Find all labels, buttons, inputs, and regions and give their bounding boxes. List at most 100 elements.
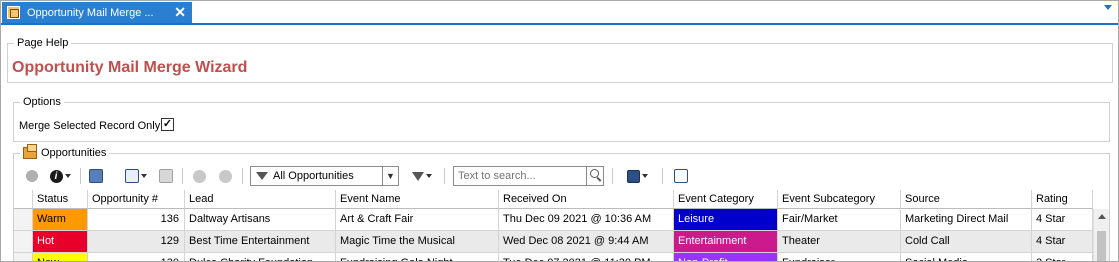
grid-vertical-scrollbar[interactable]	[1093, 209, 1109, 261]
received-on-cell[interactable]: Thu Dec 09 2021 @ 10:36 AM	[499, 209, 674, 231]
source-cell[interactable]: Social Media	[901, 253, 1032, 261]
event-subcategory-cell[interactable]: Fundraiser	[778, 253, 901, 261]
lead-cell[interactable]: Dulce Charity Foundation	[185, 253, 336, 261]
merge-selected-label: Merge Selected Record Only	[19, 120, 161, 132]
page-help-group: Page Help Opportunity Mail Merge Wizard	[7, 37, 1113, 83]
row-indicator[interactable]	[14, 231, 33, 253]
options-legend: Options	[20, 96, 64, 108]
row-indicator[interactable]	[14, 209, 33, 231]
mail-merge-icon	[7, 6, 20, 19]
opportunities-legend-label: Opportunities	[41, 147, 107, 159]
funnel-icon	[412, 171, 424, 181]
save-icon	[626, 169, 640, 183]
chevron-down-icon	[426, 174, 432, 178]
status-cell[interactable]: Warm	[33, 209, 88, 231]
scroll-up-icon[interactable]	[1098, 214, 1106, 219]
column-header-lead[interactable]: Lead	[185, 190, 336, 209]
source-cell[interactable]: Marketing Direct Mail	[901, 209, 1032, 231]
event-name-cell[interactable]: Magic Time the Musical	[336, 231, 499, 253]
tab-strip: Opportunity Mail Merge ... ✕	[1, 1, 1118, 25]
layout-button[interactable]	[121, 165, 151, 187]
tab-opportunity-mail-merge[interactable]: Opportunity Mail Merge ... ✕	[2, 2, 192, 23]
merge-selected-checkbox[interactable]: ✓	[161, 118, 174, 131]
lead-cell[interactable]: Best Time Entertainment	[185, 231, 336, 253]
filter-options-button[interactable]	[408, 165, 436, 187]
opportunity-filter-dropdown[interactable]: All Opportunities ▼	[250, 166, 399, 186]
export-button[interactable]	[156, 165, 176, 187]
info-icon: i	[49, 169, 63, 183]
chevron-down-icon	[64, 174, 71, 178]
preview-icon	[674, 169, 688, 183]
event-subcategory-cell[interactable]: Theater	[778, 231, 901, 253]
status-cell[interactable]: New	[33, 253, 88, 261]
scrollbar-thumb[interactable]	[1097, 231, 1106, 261]
column-header-received-on[interactable]: Received On	[499, 190, 674, 209]
search-box	[453, 166, 604, 186]
chevron-down-icon	[641, 174, 648, 178]
preview-button[interactable]	[671, 165, 691, 187]
column-header-opportunity-number[interactable]: Opportunity #	[88, 190, 185, 209]
column-header-source[interactable]: Source	[901, 190, 1032, 209]
column-header-event-category[interactable]: Event Category	[674, 190, 778, 209]
arrow-up-icon	[192, 169, 206, 183]
view-record-button[interactable]	[86, 165, 106, 187]
column-header-status[interactable]: Status	[33, 190, 88, 209]
event-subcategory-cell[interactable]: Fair/Market	[778, 209, 901, 231]
opportunities-icon	[23, 144, 37, 159]
event-category-cell[interactable]: Leisure	[674, 209, 778, 231]
tab-list-dropdown-icon[interactable]	[1104, 5, 1112, 10]
plus-icon	[218, 169, 232, 183]
column-header-event-subcategory[interactable]: Event Subcategory	[778, 190, 901, 209]
opportunity-number-cell[interactable]: 130	[88, 253, 185, 261]
search-icon[interactable]	[586, 167, 603, 185]
event-name-cell[interactable]: Art & Craft Fair	[336, 209, 499, 231]
page-title: Opportunity Mail Merge Wizard	[12, 59, 248, 76]
export-icon	[159, 169, 173, 183]
close-icon[interactable]: ✕	[174, 4, 186, 21]
move-up-button[interactable]	[189, 165, 209, 187]
row-indicator[interactable]	[14, 253, 33, 261]
window-frame: Opportunity Mail Merge ... ✕ Page Help O…	[0, 0, 1119, 262]
received-on-cell[interactable]: Wed Dec 08 2021 @ 9:44 AM	[499, 231, 674, 253]
rating-cell[interactable]: 3 Star	[1032, 253, 1093, 261]
filter-icon	[256, 172, 268, 180]
status-cell[interactable]: Hot	[33, 231, 88, 253]
tab-title: Opportunity Mail Merge ...	[27, 6, 154, 19]
opportunities-toolbar: i All Opportunities ▼	[20, 165, 1100, 187]
toolbar-separator	[444, 168, 445, 184]
info-button[interactable]: i	[46, 165, 74, 187]
page-help-legend: Page Help	[14, 37, 72, 49]
rating-cell[interactable]: 4 Star	[1032, 209, 1093, 231]
event-category-cell[interactable]: Non-Profit	[674, 253, 778, 261]
lead-cell[interactable]: Daltway Artisans	[185, 209, 336, 231]
chevron-down-icon[interactable]: ▼	[382, 167, 398, 185]
record-icon	[89, 169, 103, 183]
received-on-cell[interactable]: Tue Dec 07 2021 @ 11:30 PM	[499, 253, 674, 261]
column-header-event-name[interactable]: Event Name	[336, 190, 499, 209]
table-row[interactable]: Hot 129 Best Time Entertainment Magic Ti…	[14, 231, 1093, 253]
opportunity-number-cell[interactable]: 136	[88, 209, 185, 231]
toolbar-separator	[662, 168, 663, 184]
toolbar-separator	[182, 168, 183, 184]
toolbar-separator	[612, 168, 613, 184]
rating-cell[interactable]: 4 Star	[1032, 231, 1093, 253]
table-row[interactable]: Warm 136 Daltway Artisans Art & Craft Fa…	[14, 209, 1093, 231]
toolbar-separator	[242, 168, 243, 184]
source-cell[interactable]: Cold Call	[901, 231, 1032, 253]
column-header-rating[interactable]: Rating	[1032, 190, 1093, 209]
save-button[interactable]	[620, 165, 654, 187]
options-group: Options Merge Selected Record Only ✓	[13, 96, 1110, 142]
event-category-cell[interactable]: Entertainment	[674, 231, 778, 253]
event-name-cell[interactable]: Fundraising Gala Night	[336, 253, 499, 261]
people-icon	[26, 170, 38, 182]
header-row-indicator	[14, 190, 33, 209]
chevron-down-icon	[141, 174, 147, 178]
search-input[interactable]	[454, 167, 587, 185]
people-button[interactable]	[22, 165, 42, 187]
opportunity-number-cell[interactable]: 129	[88, 231, 185, 253]
filter-value: All Opportunities	[273, 170, 354, 182]
add-button[interactable]	[215, 165, 235, 187]
toolbar-separator	[80, 168, 81, 184]
table-row[interactable]: New 130 Dulce Charity Foundation Fundrai…	[14, 253, 1093, 261]
opportunities-legend: Opportunities	[20, 144, 110, 159]
